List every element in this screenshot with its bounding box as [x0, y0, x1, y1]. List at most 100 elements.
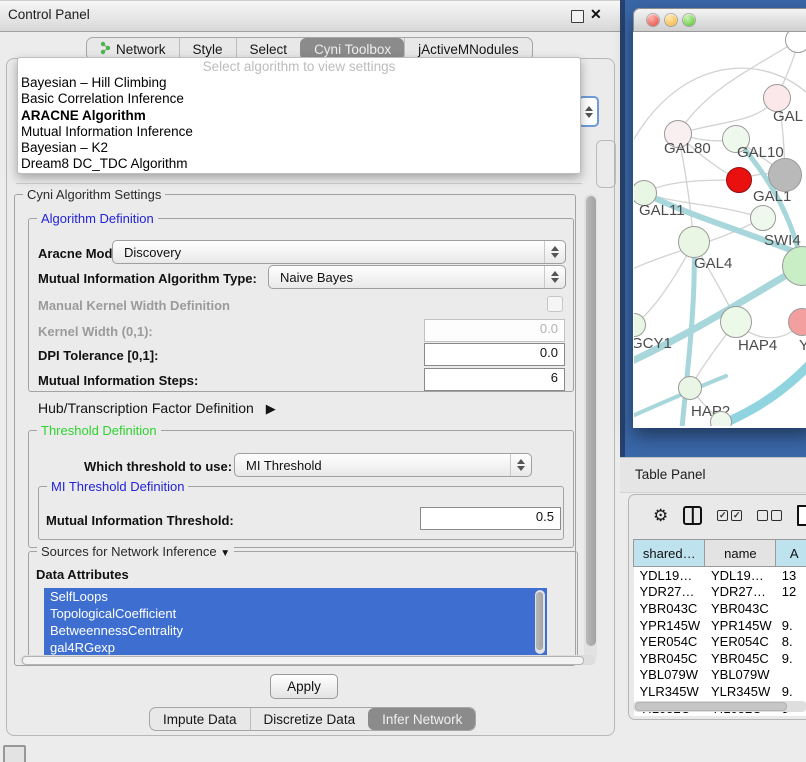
mi-type-select[interactable]: Naive Bayes	[268, 265, 566, 289]
algorithm-menu-item[interactable]: Dream8 DC_TDC Algorithm	[18, 156, 580, 172]
table-horizontal-scrollbar[interactable]	[633, 701, 806, 712]
chevron-updown-icon	[544, 241, 565, 263]
table-cell	[776, 667, 806, 684]
network-node[interactable]	[710, 411, 732, 426]
network-node-y[interactable]	[788, 308, 806, 336]
minimized-panel-icon[interactable]	[3, 745, 26, 762]
data-attributes-list[interactable]: SelfLoopsTopologicalCoefficientBetweenne…	[44, 588, 547, 656]
network-node-gal1[interactable]	[726, 167, 752, 193]
network-node[interactable]	[750, 205, 776, 231]
table-row[interactable]: YDL19…YDL19…13	[634, 567, 806, 584]
network-node-gcy1[interactable]	[634, 313, 646, 337]
table-cell: YBR045C	[634, 650, 705, 667]
mi-steps-label: Mutual Information Steps:	[38, 373, 198, 388]
table-row[interactable]: YBR043CYBR043C	[634, 600, 806, 617]
algorithm-menu-item[interactable]: Bayesian – K2	[18, 140, 580, 156]
deselect-all-checkboxes-icon[interactable]	[757, 510, 782, 521]
algorithm-combobox-stepper[interactable]	[578, 96, 599, 127]
close-icon[interactable]: ✕	[590, 6, 602, 23]
bottom-tab-discretize-data[interactable]: Discretize Data	[250, 708, 369, 730]
control-panel-title: Control Panel	[8, 7, 90, 22]
attribute-list-item[interactable]: SelfLoops	[44, 588, 547, 605]
algorithm-menu-item[interactable]: Basic Correlation Inference	[18, 91, 580, 107]
attribute-list-item[interactable]: gal4RGexp	[44, 639, 547, 656]
tab-label: Infer Network	[382, 712, 462, 727]
bottom-tab-impute-data[interactable]: Impute Data	[150, 708, 250, 730]
gear-icon[interactable]: ⚙	[653, 506, 668, 526]
apply-button[interactable]: Apply	[270, 674, 338, 699]
algorithm-menu-item[interactable]: ARACNE Algorithm	[18, 108, 580, 124]
network-node-gal4[interactable]	[678, 226, 710, 258]
table-row[interactable]: YBL079WYBL079W	[634, 667, 806, 684]
network-node-swi4[interactable]	[782, 246, 806, 286]
algorithm-dropdown-popup: Select algorithm to view settings Bayesi…	[17, 57, 581, 174]
table-row[interactable]: YDR27…YDR27…12	[634, 584, 806, 601]
data-attributes-label: Data Attributes	[36, 567, 129, 582]
cyni-settings-title: Cyni Algorithm Settings	[23, 187, 165, 202]
column-header-a[interactable]: A	[776, 540, 806, 567]
settings-horizontal-scrollbar[interactable]	[20, 655, 596, 665]
table-row[interactable]: YPR145WYPR145W9.	[634, 617, 806, 634]
mi-threshold-field[interactable]: 0.5	[420, 507, 561, 530]
tab-label: Network	[116, 42, 166, 57]
attribute-list-item[interactable]: BetweennessCentrality	[44, 622, 547, 639]
network-node[interactable]	[785, 32, 806, 53]
dpi-tolerance-field[interactable]: 0.0	[424, 343, 565, 366]
bottom-tab-infer-network[interactable]: Infer Network	[368, 708, 475, 730]
table-cell: 9.	[776, 650, 806, 667]
collapse-arrow-icon[interactable]: ▼	[220, 548, 230, 559]
mi-steps-field[interactable]: 6	[424, 368, 565, 391]
network-node-hap4[interactable]	[720, 306, 752, 338]
node-label: GAL10	[737, 144, 784, 161]
network-canvas[interactable]: GALGAL80GAL10GAL1GAL11GAL4SWI4GCY1HAP4YH…	[634, 32, 806, 426]
network-node[interactable]	[768, 158, 802, 192]
table-row[interactable]: YBR045CYBR045C9.	[634, 650, 806, 667]
float-window-icon[interactable]	[571, 10, 584, 23]
table-cell: YER054C	[705, 633, 776, 650]
node-label: HAP4	[738, 337, 777, 354]
close-traffic-light-icon[interactable]	[647, 14, 659, 26]
node-label: GCY1	[634, 335, 672, 352]
mi-type-label: Mutual Information Algorithm Type:	[38, 271, 257, 286]
scrollbar-thumb[interactable]	[586, 196, 596, 646]
select-all-checkboxes-icon[interactable]: ✓✓	[717, 510, 742, 521]
document-icon[interactable]	[797, 505, 806, 526]
which-threshold-select[interactable]: MI Threshold	[234, 453, 532, 477]
scrollbar-thumb[interactable]	[536, 592, 543, 650]
node-label: SWI4	[764, 232, 801, 249]
manual-kernel-label: Manual Kernel Width Definition	[38, 298, 230, 313]
hub-definition-label: Hub/Transcription Factor Definition	[38, 400, 254, 416]
minimize-traffic-light-icon[interactable]	[665, 14, 677, 26]
table-panel-body: ⚙ ✓✓ shared…nameAYDL19…YDL19…13YDR27…YDR…	[628, 494, 806, 720]
column-header-name[interactable]: name	[705, 540, 776, 567]
stepper-down-icon	[585, 113, 593, 118]
control-panel-titlebar	[0, 0, 620, 32]
aracne-mode-value: Discovery	[113, 245, 544, 260]
tab-label: Style	[193, 42, 223, 57]
settings-vertical-scrollbar[interactable]	[584, 194, 597, 660]
scrollbar-thumb[interactable]	[635, 702, 787, 711]
columns-icon[interactable]	[683, 506, 702, 525]
table-row[interactable]: YER054CYER054C8.	[634, 633, 806, 650]
table-cell: 12	[776, 584, 806, 601]
attr-list-scrollbar[interactable]	[535, 590, 545, 654]
algorithm-menu-item[interactable]: Bayesian – Hill Climbing	[18, 75, 580, 91]
algorithm-menu-item[interactable]: Mutual Information Inference	[18, 124, 580, 140]
hub-definition-toggle[interactable]: Hub/Transcription Factor Definition ▶	[38, 400, 276, 417]
column-header-shared[interactable]: shared…	[634, 540, 705, 567]
sources-title-text[interactable]: Sources for Network Inference	[41, 544, 217, 559]
which-threshold-label: Which threshold to use:	[84, 459, 232, 474]
attribute-list-item[interactable]: TopologicalCoefficient	[44, 605, 547, 622]
table-cell: YDL19…	[634, 567, 705, 584]
maximize-traffic-light-icon[interactable]	[683, 14, 695, 26]
network-icon	[100, 41, 111, 58]
network-node-hap2[interactable]	[678, 376, 702, 400]
manual-kernel-checkbox[interactable]	[547, 296, 563, 312]
scrollbar-thumb[interactable]	[22, 656, 584, 665]
table-cell: YPR145W	[634, 617, 705, 634]
algorithm-menu: Bayesian – Hill ClimbingBasic Correlatio…	[18, 75, 580, 173]
table-row[interactable]: YLR345WYLR345W9.	[634, 683, 806, 700]
aracne-mode-select[interactable]: Discovery	[112, 240, 566, 264]
node-label: GAL4	[694, 255, 732, 272]
table-cell: YBR043C	[634, 600, 705, 617]
